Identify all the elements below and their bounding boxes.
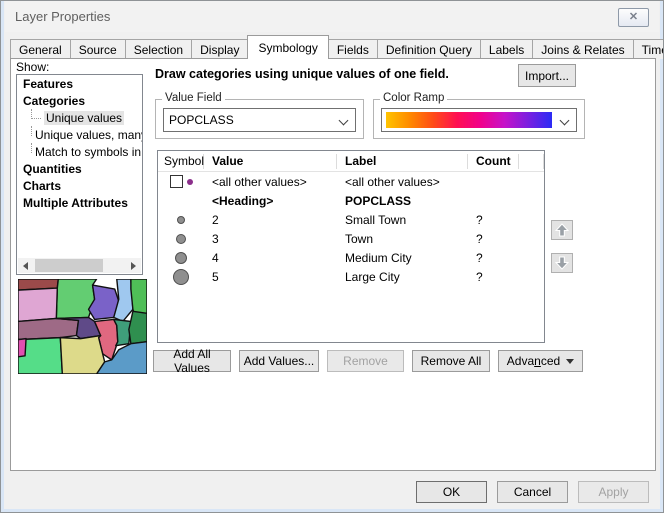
chevron-down-icon — [560, 116, 570, 126]
value-actions: Add All Values Add Values... Remove Remo… — [153, 350, 585, 372]
add-all-values-button[interactable]: Add All Values — [153, 350, 231, 372]
advanced-button[interactable]: Advanced — [498, 350, 583, 372]
tab-source[interactable]: Source — [70, 39, 126, 59]
map-preview — [18, 279, 147, 374]
table-row[interactable]: <all other values> <all other values> — [158, 172, 544, 191]
show-tree: Features Categories Unique values Unique… — [16, 74, 143, 275]
tab-definition-query[interactable]: Definition Query — [377, 39, 481, 59]
value-symbol[interactable] — [173, 269, 189, 285]
tree-item-multiple-attributes[interactable]: Multiple Attributes — [17, 194, 142, 211]
color-ramp-dropdown[interactable] — [381, 108, 577, 132]
scroll-left-icon[interactable] — [18, 258, 33, 273]
tree-item-features[interactable]: Features — [17, 75, 142, 92]
tab-symbology[interactable]: Symbology — [247, 35, 328, 59]
close-icon: ✕ — [629, 12, 638, 23]
tree-item-categories[interactable]: Categories — [17, 92, 142, 109]
tree-item-quantities[interactable]: Quantities — [17, 160, 142, 177]
tree-connector — [31, 126, 32, 136]
table-header: Symbol Value Label Count — [158, 151, 544, 172]
close-button[interactable]: ✕ — [618, 8, 649, 27]
ok-button[interactable]: OK — [416, 481, 487, 503]
dropdown-caret-icon — [566, 359, 574, 364]
add-values-button[interactable]: Add Values... — [239, 350, 319, 372]
title-bar: Layer Properties ✕ — [5, 1, 659, 32]
all-other-values-checkbox[interactable] — [170, 175, 183, 188]
remove-button[interactable]: Remove — [327, 350, 404, 372]
tree-item-charts[interactable]: Charts — [17, 177, 142, 194]
tree-connector — [31, 109, 41, 119]
tab-strip: General Source Selection Display Symbolo… — [10, 37, 654, 59]
column-count: Count — [468, 154, 519, 169]
color-ramp-preview — [386, 112, 552, 128]
arrow-down-icon — [555, 256, 569, 270]
move-down-button[interactable] — [551, 253, 573, 273]
tab-display[interactable]: Display — [191, 39, 248, 59]
scrollbar-thumb[interactable] — [35, 259, 103, 272]
tree-horizontal-scrollbar[interactable] — [18, 258, 141, 273]
method-heading: Draw categories using unique values of o… — [155, 67, 449, 81]
table-row[interactable]: 5 Large City ? — [158, 267, 544, 286]
arrow-up-icon — [555, 223, 569, 237]
window-title: Layer Properties — [15, 9, 110, 24]
tab-general[interactable]: General — [10, 39, 71, 59]
unique-values-table: Symbol Value Label Count <all other valu… — [157, 150, 545, 343]
value-symbol[interactable] — [175, 252, 187, 264]
move-up-button[interactable] — [551, 220, 573, 240]
tab-selection[interactable]: Selection — [125, 39, 192, 59]
tab-labels[interactable]: Labels — [480, 39, 533, 59]
value-field-label: Value Field — [162, 92, 225, 104]
chevron-down-icon — [339, 116, 349, 126]
layer-properties-dialog: Layer Properties ✕ General Source Select… — [0, 0, 664, 513]
tab-joins-relates[interactable]: Joins & Relates — [532, 39, 633, 59]
tree-item-match-symbols[interactable]: Match to symbols in a — [17, 143, 142, 160]
table-row[interactable]: 4 Medium City ? — [158, 248, 544, 267]
tree-item-unique-values-many[interactable]: Unique values, many — [17, 126, 142, 143]
value-symbol[interactable] — [176, 234, 186, 244]
import-button[interactable]: Import... — [518, 64, 576, 87]
scroll-right-icon[interactable] — [126, 258, 141, 273]
color-ramp-label: Color Ramp — [380, 92, 447, 104]
table-row-heading[interactable]: <Heading> POPCLASS — [158, 191, 544, 210]
remove-all-button[interactable]: Remove All — [412, 350, 490, 372]
all-other-values-symbol[interactable] — [187, 179, 193, 185]
tab-time[interactable]: Time — [633, 39, 664, 59]
column-label: Label — [337, 154, 468, 169]
column-symbol: Symbol — [158, 154, 204, 169]
table-row[interactable]: 2 Small Town ? — [158, 210, 544, 229]
tree-connector — [31, 143, 32, 153]
value-field-group: Value Field POPCLASS — [155, 99, 364, 139]
cancel-button[interactable]: Cancel — [497, 481, 568, 503]
table-row[interactable]: 3 Town ? — [158, 229, 544, 248]
apply-button[interactable]: Apply — [578, 481, 649, 503]
value-field-dropdown[interactable]: POPCLASS — [163, 108, 356, 132]
tree-item-unique-values[interactable]: Unique values — [17, 109, 142, 126]
show-label: Show: — [16, 60, 49, 74]
column-value: Value — [204, 154, 337, 169]
tab-fields[interactable]: Fields — [328, 39, 378, 59]
value-symbol[interactable] — [177, 216, 185, 224]
color-ramp-group: Color Ramp — [373, 99, 585, 139]
symbology-tab-page: Show: Features Categories Unique values … — [10, 58, 656, 471]
